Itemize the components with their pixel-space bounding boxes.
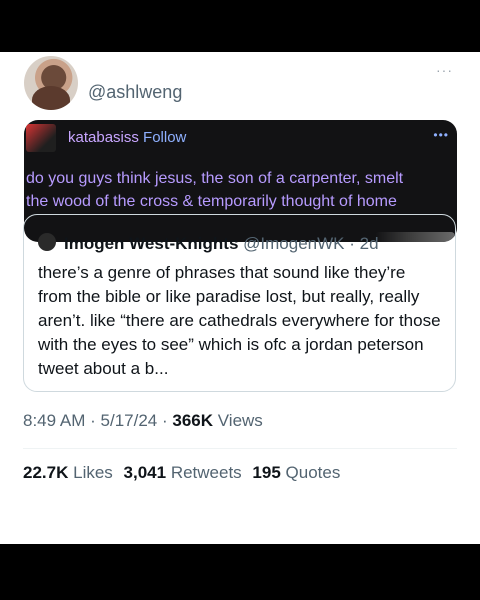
- divider: [23, 448, 457, 449]
- retweets-label: Retweets: [170, 463, 242, 482]
- quoted-tweet-text: there’s a genre of phrases that sound li…: [38, 263, 441, 378]
- tweet-card: @ashlweng ··· katabasiss Follow ••• do y…: [0, 52, 480, 544]
- quoted-author-handle: @ImogenWK: [243, 234, 345, 253]
- tweet-date[interactable]: 5/17/24: [101, 411, 158, 430]
- embedded-text-line: do you guys think jesus, the son of a ca…: [26, 170, 404, 187]
- embedded-avatar: [26, 124, 56, 152]
- quotes-count: 195: [252, 463, 281, 482]
- engagement-stats: 22.7K Likes 3,041 Retweets 195 Quotes: [23, 463, 340, 483]
- author-avatar[interactable]: [24, 56, 78, 110]
- embedded-text-line: the wood of the cross & temporarily thou…: [26, 193, 397, 210]
- author-handle[interactable]: @ashlweng: [88, 82, 182, 103]
- retweets-count: 3,041: [123, 463, 167, 482]
- embedded-post-text: do you guys think jesus, the son of a ca…: [26, 167, 456, 213]
- embedded-user-line: katabasiss Follow: [68, 129, 186, 146]
- likes-count: 22.7K: [23, 463, 69, 482]
- quotes-label: Quotes: [285, 463, 341, 482]
- tweet-metadata: 8:49 AM · 5/17/24 · 366K Views: [23, 411, 263, 431]
- views-label: Views: [217, 411, 263, 430]
- embedded-username: katabasiss: [68, 129, 139, 146]
- views-count: 366K: [172, 411, 214, 430]
- quoted-age: 2d: [359, 234, 379, 253]
- embedded-dots-icon: •••: [433, 128, 449, 142]
- quoted-author-name: Imogen West-Knights: [64, 234, 239, 253]
- retweets-stat[interactable]: 3,041 Retweets: [124, 463, 242, 482]
- quoted-author-line: Imogen West-Knights @ImogenWK · 2d: [64, 234, 379, 254]
- quoted-tweet[interactable]: Imogen West-Knights @ImogenWK · 2d there…: [23, 214, 456, 392]
- meta-separator: ·: [90, 411, 96, 430]
- quoted-separator: ·: [349, 234, 355, 253]
- meta-separator: ·: [161, 411, 168, 430]
- embedded-follow-label: Follow: [143, 129, 187, 146]
- likes-label: Likes: [73, 463, 113, 482]
- more-options-icon[interactable]: ···: [436, 62, 453, 78]
- likes-stat[interactable]: 22.7K Likes: [23, 463, 113, 482]
- quoted-author-avatar: [38, 233, 56, 251]
- quotes-stat[interactable]: 195 Quotes: [252, 463, 340, 482]
- tweet-time[interactable]: 8:49 AM: [23, 411, 85, 430]
